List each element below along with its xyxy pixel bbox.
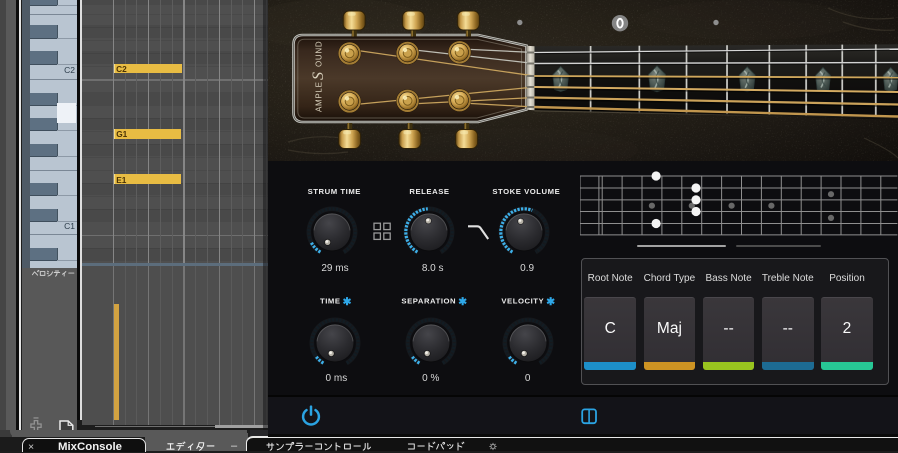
svg-text:OUND: OUND	[315, 41, 324, 67]
svg-text:AMPLE: AMPLE	[315, 81, 324, 112]
svg-text:S: S	[310, 72, 327, 80]
